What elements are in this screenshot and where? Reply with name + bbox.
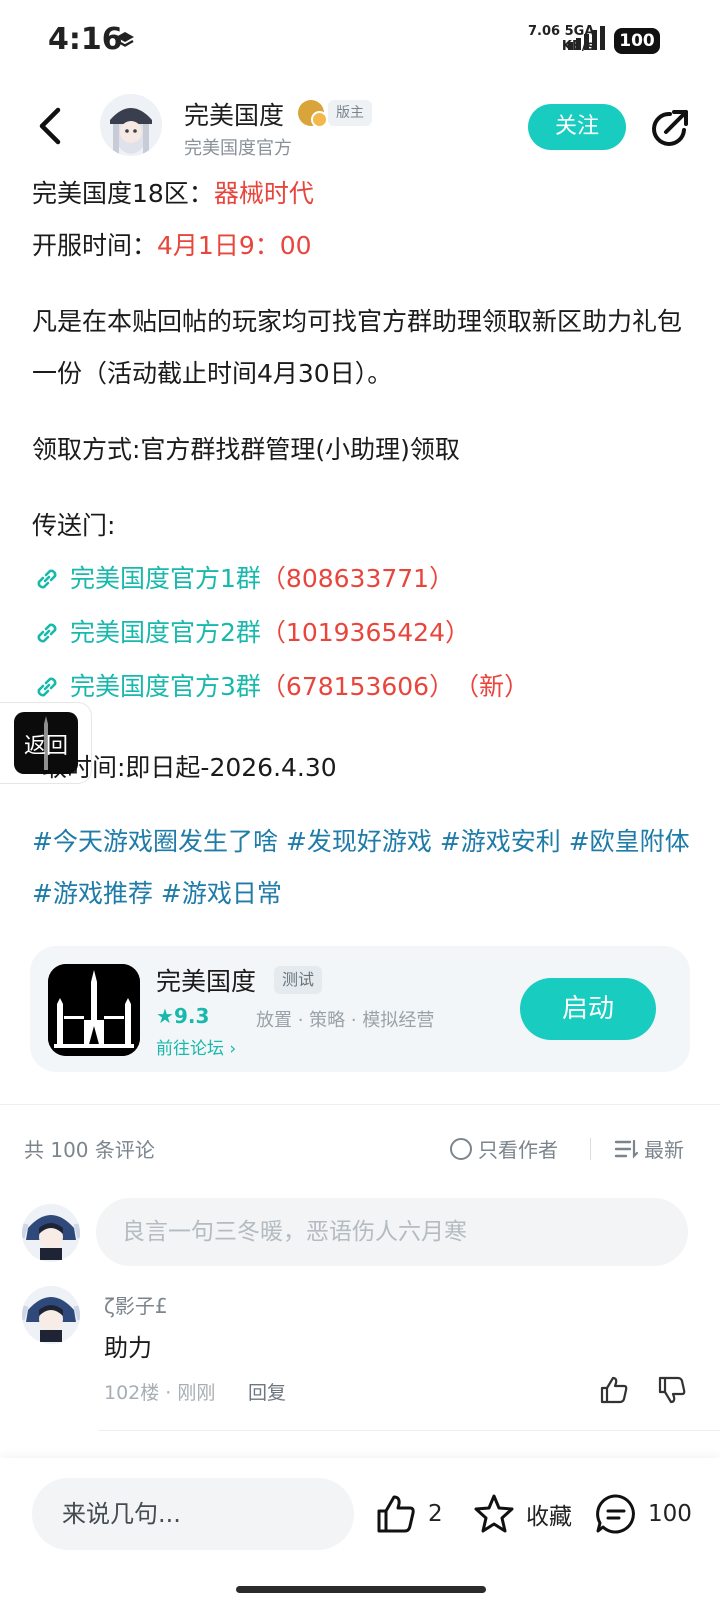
game-forum-label[interactable]: 前往论坛 [156,1039,224,1059]
current-user-avatar [22,1204,80,1262]
open-time-line: 开服时间：4月1日9：00 [32,220,692,272]
chevron-right-icon: › [229,1039,237,1059]
anime-avatar-icon [100,94,162,156]
divider [590,1138,591,1160]
only-author-label[interactable]: 只看作者 [478,1134,558,1163]
author-avatar[interactable] [100,94,162,156]
back-arrow-icon[interactable] [30,104,70,148]
group-link-name[interactable]: 完美国度官方3群 [70,661,261,713]
link-icon [37,569,57,589]
claim-period: 取时间:即日起-2026.4.30 [42,753,337,782]
post-header: 完美国度 版主 完美国度官方 关注 [0,90,720,170]
float-back-button[interactable]: 返回 [14,712,78,774]
comment-count-bottom: 100 [648,1501,692,1527]
link-icon [37,677,57,697]
topic-tag[interactable]: #游戏安利 [440,827,561,856]
home-indicator[interactable] [236,1586,486,1593]
game-logo-icon [48,964,140,1056]
comment-text: 助力 [104,1334,152,1362]
only-author-toggle[interactable]: 只看作者 [450,1134,558,1163]
divider [98,1430,720,1431]
signal-icon [568,26,605,50]
comment-bubble-icon [596,1494,635,1534]
portal-label: 传送门: [32,511,116,540]
moderator-tag: 版主 [328,100,372,126]
author-subtitle: 完美国度官方 [184,138,292,159]
game-forum-link[interactable]: 前往论坛 › [156,1034,236,1059]
star-icon: ★ [156,1004,174,1028]
group-link-name[interactable]: 完美国度官方1群 [70,553,261,605]
event-paragraph: 凡是在本贴回帖的玩家均可找官方群助理领取新区助力礼包一份（活动截止时间4月30日… [32,307,683,388]
float-back-label: 返回 [23,734,68,759]
group-link-1[interactable]: 完美国度官方1群 （808633771） [32,552,692,606]
group-link-number: （808633771） [260,564,455,593]
like-count: 2 [428,1501,443,1527]
author-name[interactable]: 完美国度 [184,96,284,132]
group-link-2[interactable]: 完美国度官方2群 （1019365424） [32,606,692,660]
chibi-avatar-icon [22,1204,80,1262]
reply-button[interactable]: 回复 [248,1378,286,1405]
game-rating: ★9.3 [156,1004,209,1028]
star-icon [474,1494,514,1533]
start-game-button[interactable]: 启动 [520,978,656,1040]
game-test-tag: 测试 [274,966,323,994]
group-link-new-tag: （新） [454,672,530,701]
favorite-label: 收藏 [526,1504,572,1530]
game-rating-value: 9.3 [173,1004,210,1028]
group-link-number: （678153606） [260,672,455,701]
topic-tags: #今天游戏圈发生了啥 #发现好游戏 #游戏安利 #欧皇附体 #游戏推荐 #游戏日… [32,816,692,920]
comment-button[interactable]: 100 [594,1492,692,1536]
thumbs-down-icon[interactable] [656,1374,688,1406]
bottom-action-bar: 2 收藏 100 [0,1458,720,1601]
game-icon[interactable] [48,964,140,1056]
level-badge-icon [298,100,328,128]
post-content: 完美国度18区：器械时代 开服时间：4月1日9：00 凡是在本贴回帖的玩家均可找… [32,168,692,920]
commenter-name[interactable]: ζ影子£ [104,1290,168,1319]
game-card[interactable]: 完美国度 测试 ★9.3 放置 · 策略 · 模拟经营 前往论坛 › 启动 [30,946,690,1072]
sort-label[interactable]: 最新 [644,1134,684,1163]
status-time: 4:16 [48,22,123,57]
topic-tag[interactable]: #游戏推荐 [32,879,153,908]
game-name[interactable]: 完美国度 [156,962,256,998]
link-icon [37,623,57,643]
comment-input[interactable] [96,1198,688,1266]
claim-method: 领取方式:官方群找群管理(小助理)领取 [32,435,460,464]
group-link-3[interactable]: 完美国度官方3群 （678153606） （新） [32,660,692,714]
topic-tag[interactable]: #欧皇附体 [569,827,690,856]
server-line: 完美国度18区：器械时代 [32,168,692,220]
divider [0,1104,720,1105]
game-genres: 放置 · 策略 · 模拟经营 [256,1010,435,1031]
server-name: 器械时代 [213,179,314,208]
chibi-avatar-icon [22,1286,80,1344]
sort-icon [614,1139,638,1159]
topic-tag[interactable]: #发现好游戏 [286,827,432,856]
battery-indicator: 100 [614,28,660,54]
topic-tag[interactable]: #游戏日常 [161,879,282,908]
comment-item: ζ影子£ 助力 102楼 · 刚刚 回复 [0,1286,720,1440]
comment-time: 刚刚 [177,1382,216,1404]
commenter-avatar[interactable] [22,1286,80,1344]
say-input[interactable] [32,1478,354,1550]
thumbs-up-icon[interactable] [598,1374,630,1406]
favorite-button[interactable]: 收藏 [472,1492,572,1536]
comment-meta: 102楼 · 刚刚 [104,1382,216,1404]
radio-circle-icon [450,1137,472,1160]
group-link-name[interactable]: 完美国度官方2群 [70,607,261,659]
follow-button[interactable]: 关注 [528,104,626,150]
open-label: 开服时间： [32,231,158,260]
status-bar: 4:16 7.06 5GA KB/s 100 [0,0,720,84]
topic-tag[interactable]: #今天游戏圈发生了啥 [32,827,278,856]
thumbs-up-icon [377,1495,415,1533]
comment-floor: 102楼 [104,1382,160,1404]
group-link-number: （1019365424） [260,618,470,647]
comments-header: 共 100 条评论 只看作者 最新 [0,1130,720,1170]
share-icon[interactable] [648,106,692,150]
like-button[interactable]: 2 [374,1492,443,1536]
net-speed-value: 7.06 [528,24,561,39]
layers-icon [116,32,134,47]
sort-toggle[interactable]: 最新 [614,1134,684,1163]
comment-count: 共 100 条评论 [24,1138,155,1162]
server-label: 完美国度18区： [32,179,214,208]
open-time: 4月1日9：00 [157,231,312,260]
